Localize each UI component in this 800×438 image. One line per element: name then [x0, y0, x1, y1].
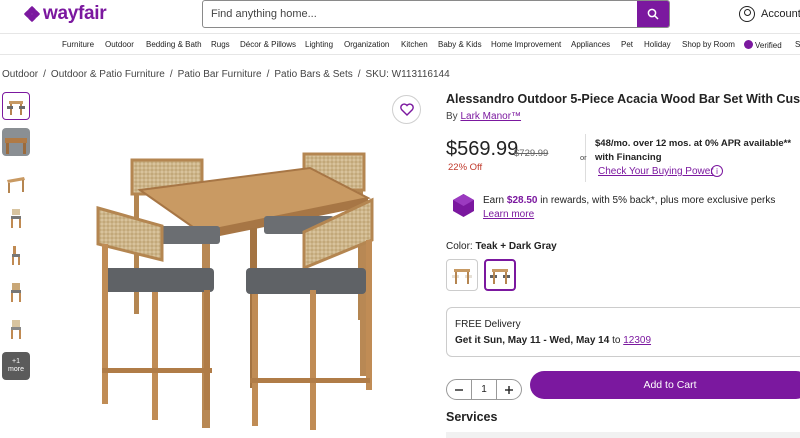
breadcrumb-item[interactable]: Outdoor [2, 69, 38, 80]
by-label: By [446, 111, 458, 122]
increase-quantity-button[interactable] [497, 380, 521, 399]
rewards-text: Earn $28.50 in rewards, with 5% back*, p… [483, 195, 775, 206]
thumbnail-image [11, 283, 21, 302]
nav-item-verified-label: Verified [755, 41, 782, 50]
account-button[interactable]: Account [739, 6, 800, 22]
breadcrumb-separator: / [266, 69, 270, 80]
account-label: Account [761, 8, 800, 20]
swatch-image [452, 269, 472, 284]
logo-text: wayfair [43, 3, 107, 24]
breadcrumb-item[interactable]: Patio Bars & Sets [274, 69, 352, 80]
rewards-amount: $28.50 [506, 195, 538, 206]
financing-text: $48/mo. over 12 mos. at 0% APR available… [595, 138, 792, 163]
search-icon [647, 8, 659, 20]
thumbnail-image [2, 128, 30, 156]
thumbnail[interactable] [2, 92, 30, 120]
nav-item-holiday[interactable]: Holiday [644, 40, 671, 49]
nav-item-lighting[interactable]: Lighting [305, 40, 333, 49]
learn-more-link[interactable]: Learn more [483, 209, 534, 220]
color-swatch-selected[interactable] [484, 259, 516, 291]
nav-item-rugs[interactable]: Rugs [211, 40, 230, 49]
nav-item-pet[interactable]: Pet [621, 40, 633, 49]
verified-icon [744, 40, 753, 49]
thumbnail[interactable] [2, 315, 30, 343]
color-swatch[interactable] [446, 259, 478, 291]
more-label: more [8, 366, 24, 373]
delivery-box [446, 307, 800, 357]
thumbnail-image [11, 209, 21, 228]
discount-badge: 22% Off [448, 162, 483, 173]
color-value: Teak + Dark Gray [475, 241, 557, 252]
product-title: Alessandro Outdoor 5-Piece Acacia Wood B… [446, 92, 800, 106]
nav-item-decor-pillows[interactable]: Décor & Pillows [240, 40, 296, 49]
nav-item-verified[interactable]: Verified [744, 40, 782, 50]
product-brand: By Lark Manor™ [446, 111, 521, 122]
favorite-button[interactable] [392, 95, 421, 124]
zip-code-link[interactable]: 12309 [623, 335, 651, 346]
decrease-quantity-button[interactable] [447, 380, 471, 399]
breadcrumb-separator: / [43, 69, 46, 80]
nav-item-furniture[interactable]: Furniture [62, 40, 94, 49]
nav-item-kitchen[interactable]: Kitchen [401, 40, 428, 49]
nav-item-shop-by-room[interactable]: Shop by Room [682, 40, 735, 49]
delivery-date-range: Get it Sun, May 11 - Wed, May 14 [455, 335, 610, 346]
quantity-stepper: 1 [446, 379, 522, 400]
current-price: $569.99 [446, 138, 519, 160]
rewards-suffix: in rewards, with 5% back*, plus more exc… [540, 195, 776, 206]
nav-item-home-improvement[interactable]: Home Improvement [491, 40, 561, 49]
product-main-image [96, 152, 374, 430]
thumbnail[interactable] [2, 170, 30, 198]
nav-item-appliances[interactable]: Appliances [571, 40, 610, 49]
site-header: wayfair Account [0, 0, 800, 34]
heart-icon [399, 103, 414, 116]
more-thumbnails-button[interactable]: +1 more [2, 352, 30, 380]
thumbnail-image [12, 246, 20, 265]
category-nav: Furniture Outdoor Bedding & Bath Rugs Dé… [0, 35, 800, 55]
services-panel [446, 432, 800, 438]
delivery-date: Get it Sun, May 11 - Wed, May 14 to 1230… [455, 335, 651, 346]
nav-item-baby-kids[interactable]: Baby & Kids [438, 40, 482, 49]
quantity-value[interactable]: 1 [471, 380, 497, 399]
original-price: $729.99 [514, 148, 549, 159]
color-label-text: Color: [446, 241, 473, 252]
breadcrumb: Outdoor / Outdoor & Patio Furniture / Patio … [2, 69, 450, 80]
more-count: +1 [12, 358, 20, 365]
thumbnail-image [7, 101, 25, 115]
color-label: Color: Teak + Dark Gray [446, 241, 557, 252]
logo-mark-icon [23, 5, 41, 23]
breadcrumb-item[interactable]: Outdoor & Patio Furniture [51, 69, 165, 80]
breadcrumb-item[interactable]: Patio Bar Furniture [178, 69, 262, 80]
breadcrumb-separator: / [169, 69, 173, 80]
rewards-prefix: Earn [483, 195, 505, 206]
info-icon[interactable]: i [711, 165, 723, 177]
swatch-image [490, 269, 510, 284]
nav-item-bedding-bath[interactable]: Bedding & Bath [146, 40, 202, 49]
or-label: or [580, 153, 587, 162]
rewards-icon [453, 194, 474, 217]
delivery-title: FREE Delivery [455, 319, 521, 330]
thumbnail[interactable] [2, 241, 30, 269]
brand-link[interactable]: Lark Manor™ [460, 111, 521, 122]
thumbnail[interactable] [2, 278, 30, 306]
nav-item-organization[interactable]: Organization [344, 40, 389, 49]
nav-item-overflow[interactable]: S [795, 40, 800, 49]
search-button[interactable] [637, 1, 669, 27]
minus-icon [455, 388, 463, 391]
thumbnail[interactable] [2, 204, 30, 232]
delivery-to-label: to [612, 335, 621, 346]
thumbnail-image [11, 320, 21, 339]
sku-label: SKU: W113116144 [365, 69, 450, 80]
thumbnail[interactable] [2, 128, 30, 156]
services-heading: Services [446, 410, 498, 424]
search-input[interactable] [203, 1, 637, 27]
wayfair-logo[interactable]: wayfair [23, 3, 107, 25]
plus-icon [505, 385, 513, 394]
search-bar [202, 0, 670, 28]
breadcrumb-separator: / [357, 69, 361, 80]
nav-item-outdoor[interactable]: Outdoor [105, 40, 134, 49]
thumbnail-image [7, 177, 25, 193]
account-icon [739, 6, 755, 22]
add-to-cart-button[interactable]: Add to Cart [530, 371, 800, 399]
check-buying-power-link[interactable]: Check Your Buying Power [598, 166, 714, 177]
